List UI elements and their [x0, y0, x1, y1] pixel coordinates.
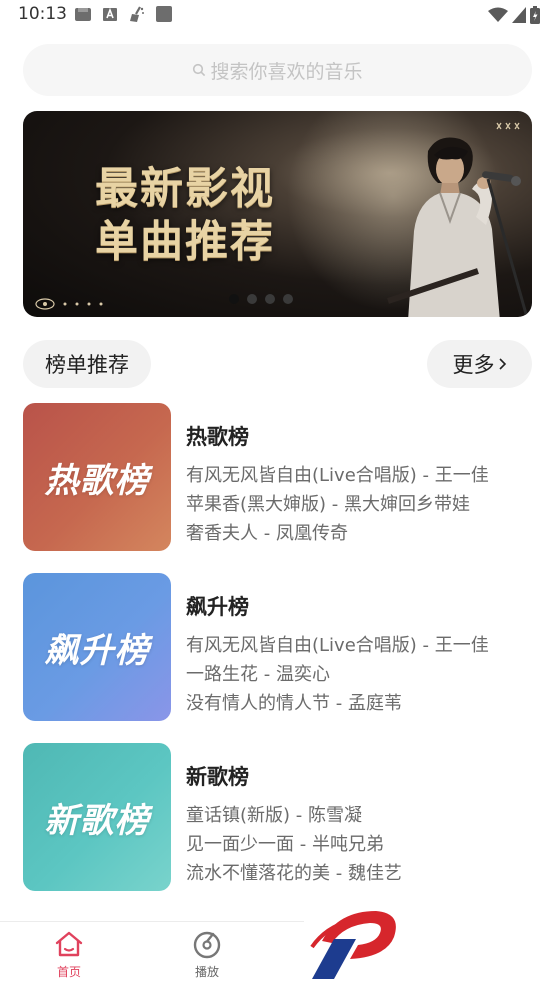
nav-item-home[interactable]: 首页 [34, 928, 104, 980]
chart-list-item-new[interactable]: 新歌榜 新歌榜 童话镇(新版) - 陈雪凝 见一面少一面 - 半吨兄弟 流水不懂… [23, 743, 532, 891]
more-button[interactable]: 更多 [427, 340, 532, 388]
carousel-indicator [229, 294, 293, 304]
corner-watermark-logo [310, 911, 396, 979]
search-input[interactable]: 搜索你喜欢的音乐 [23, 44, 532, 96]
square-icon [156, 6, 172, 22]
chevron-right-icon [498, 358, 506, 370]
home-icon [55, 931, 83, 957]
banner-brand-logo [35, 298, 103, 310]
chart-cover-hot: 热歌榜 [23, 403, 171, 551]
chart-track: 奢香夫人 - 凤凰传奇 [186, 523, 348, 544]
nav-label-play: 播放 [194, 965, 219, 979]
nav-label-home: 首页 [56, 965, 81, 979]
banner-carousel[interactable]: 最新影视 单曲推荐 [23, 111, 532, 317]
chart-cover-text: 热歌榜 [44, 460, 150, 501]
carousel-dot[interactable] [229, 294, 239, 304]
bottom-navigation: 首页 播放 [0, 921, 304, 984]
system-icons [488, 6, 540, 24]
banner-title-line1: 最新影视 [95, 164, 275, 214]
banner-corner-deco [496, 122, 520, 130]
chart-track: 没有情人的情人节 - 孟庭苇 [186, 693, 402, 714]
chart-list-item-hot[interactable]: 热歌榜 热歌榜 有风无风皆自由(Live合唱版) - 王一佳 苹果香(黑大婶版)… [23, 403, 532, 551]
chart-track: 见一面少一面 - 半吨兄弟 [186, 834, 384, 855]
search-icon [193, 63, 206, 77]
chart-cover-text: 飙升榜 [44, 630, 150, 671]
chart-track: 童话镇(新版) - 陈雪凝 [186, 805, 362, 826]
broom-icon [130, 6, 144, 22]
chart-cover-rising: 飙升榜 [23, 573, 171, 721]
status-bar: 10:13 [0, 0, 554, 32]
chart-track: 一路生花 - 温奕心 [186, 664, 330, 685]
battery-icon [530, 6, 540, 24]
singer-with-microphone-image [387, 137, 529, 317]
wifi-icon [488, 7, 508, 22]
search-placeholder: 搜索你喜欢的音乐 [210, 60, 363, 83]
chart-title: 热歌榜 [186, 425, 249, 449]
section-title: 榜单推荐 [23, 340, 151, 388]
chart-track: 有风无风皆自由(Live合唱版) - 王一佳 [186, 635, 489, 656]
disc-icon [193, 931, 221, 959]
chart-track: 有风无风皆自由(Live合唱版) - 王一佳 [186, 465, 489, 486]
chart-list-item-rising[interactable]: 飙升榜 飙升榜 有风无风皆自由(Live合唱版) - 王一佳 一路生花 - 温奕… [23, 573, 532, 721]
chart-title: 新歌榜 [186, 765, 249, 789]
status-time: 10:13 [18, 4, 67, 24]
carousel-dot[interactable] [247, 294, 257, 304]
chart-track: 流水不懂落花的美 - 魏佳艺 [186, 863, 402, 884]
chart-title: 飙升榜 [186, 595, 249, 619]
carousel-dot[interactable] [265, 294, 275, 304]
banner-title: 最新影视 单曲推荐 [95, 163, 275, 269]
font-a-icon [103, 7, 117, 21]
chart-cover-new: 新歌榜 [23, 743, 171, 891]
chart-track: 苹果香(黑大婶版) - 黑大婶回乡带娃 [186, 494, 470, 515]
more-label: 更多 [452, 353, 495, 377]
notification-icons [74, 5, 173, 23]
banner-title-line2: 单曲推荐 [95, 217, 275, 267]
carousel-dot[interactable] [283, 294, 293, 304]
chart-cover-text: 新歌榜 [44, 800, 150, 841]
bag-icon [75, 8, 91, 21]
nav-item-play[interactable]: 播放 [172, 928, 242, 980]
signal-icon [512, 7, 526, 23]
